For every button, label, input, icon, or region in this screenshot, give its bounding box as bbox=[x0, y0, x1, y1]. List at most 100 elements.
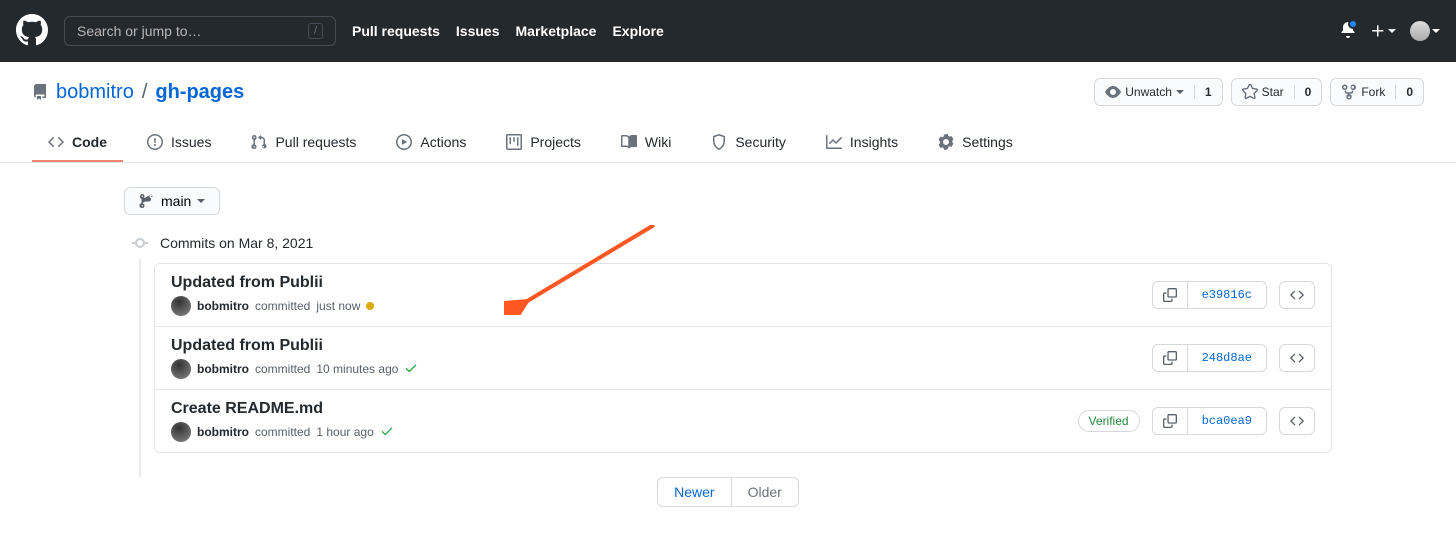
tab-security-label: Security bbox=[735, 134, 786, 150]
status-success-icon[interactable] bbox=[404, 361, 418, 378]
notification-indicator bbox=[1348, 19, 1358, 29]
tab-wiki[interactable]: Wiki bbox=[605, 124, 687, 162]
repo-name-link[interactable]: gh-pages bbox=[155, 81, 244, 104]
timeline-date-header: Commits on Mar 8, 2021 bbox=[124, 235, 1332, 251]
commit-author[interactable]: bobmitro bbox=[197, 425, 249, 439]
user-menu[interactable] bbox=[1410, 21, 1440, 41]
commit-title[interactable]: Updated from Publii bbox=[171, 337, 418, 355]
copy-sha-button[interactable] bbox=[1153, 282, 1188, 308]
play-icon bbox=[396, 134, 412, 150]
commit-sha-link[interactable]: 248d8ae bbox=[1188, 345, 1266, 371]
branch-name: main bbox=[161, 193, 191, 209]
pull-request-icon bbox=[251, 134, 267, 150]
commit-time: just now bbox=[316, 299, 360, 313]
tab-pulls-label: Pull requests bbox=[275, 134, 356, 150]
copy-sha-button[interactable] bbox=[1153, 408, 1188, 434]
header-right bbox=[1340, 21, 1440, 41]
commit-action: committed bbox=[255, 425, 310, 439]
tab-settings-label: Settings bbox=[962, 134, 1013, 150]
fork-label: Fork bbox=[1361, 85, 1385, 99]
watch-button[interactable]: Unwatch 1 bbox=[1094, 78, 1222, 106]
sha-group: e39816c bbox=[1152, 281, 1267, 309]
browse-tree-button[interactable] bbox=[1279, 407, 1315, 435]
nav-pulls[interactable]: Pull requests bbox=[352, 23, 440, 39]
repo-header: bobmitro / gh-pages Unwatch 1 Star 0 For… bbox=[0, 62, 1456, 163]
github-logo[interactable] bbox=[16, 14, 48, 49]
issue-icon bbox=[147, 134, 163, 150]
fork-count[interactable]: 0 bbox=[1395, 85, 1423, 99]
tab-pulls[interactable]: Pull requests bbox=[235, 124, 372, 162]
user-avatar bbox=[1410, 21, 1430, 41]
commit-sha-link[interactable]: bca0ea9 bbox=[1188, 408, 1266, 434]
tab-code[interactable]: Code bbox=[32, 124, 123, 162]
verified-badge[interactable]: Verified bbox=[1078, 410, 1140, 432]
pager-older[interactable]: Older bbox=[732, 478, 798, 506]
book-icon bbox=[621, 134, 637, 150]
browse-tree-button[interactable] bbox=[1279, 281, 1315, 309]
author-avatar[interactable] bbox=[171, 422, 191, 442]
star-icon bbox=[1242, 84, 1258, 100]
tab-code-label: Code bbox=[72, 134, 107, 150]
author-avatar[interactable] bbox=[171, 296, 191, 316]
fork-icon bbox=[1341, 84, 1357, 100]
commit-title[interactable]: Updated from Publii bbox=[171, 274, 374, 292]
pagination: Newer Older bbox=[124, 477, 1332, 507]
browse-tree-button[interactable] bbox=[1279, 344, 1315, 372]
tab-insights[interactable]: Insights bbox=[810, 124, 914, 162]
tab-actions-label: Actions bbox=[420, 134, 466, 150]
sha-group: 248d8ae bbox=[1152, 344, 1267, 372]
repo-title-row: bobmitro / gh-pages Unwatch 1 Star 0 For… bbox=[32, 78, 1424, 106]
commit-row: Create README.md bobmitro committed 1 hour … bbox=[155, 389, 1331, 452]
global-header: / Pull requests Issues Marketplace Explo… bbox=[0, 0, 1456, 62]
tab-wiki-label: Wiki bbox=[645, 134, 671, 150]
project-icon bbox=[506, 134, 522, 150]
graph-icon bbox=[826, 134, 842, 150]
commits-page: main Commits on Mar 8, 2021 Updated from… bbox=[124, 163, 1332, 531]
watch-label: Unwatch bbox=[1125, 85, 1172, 99]
path-separator: / bbox=[142, 81, 148, 104]
fork-button[interactable]: Fork 0 bbox=[1330, 78, 1424, 106]
tab-insights-label: Insights bbox=[850, 134, 898, 150]
author-avatar[interactable] bbox=[171, 359, 191, 379]
star-button[interactable]: Star 0 bbox=[1231, 78, 1323, 106]
code-icon bbox=[48, 134, 64, 150]
notifications-button[interactable] bbox=[1340, 22, 1356, 41]
commit-row: Updated from Publii bobmitro committed 10 m… bbox=[155, 326, 1331, 389]
search-input[interactable] bbox=[77, 23, 308, 39]
commit-sha-link[interactable]: e39816c bbox=[1188, 282, 1266, 308]
nav-issues[interactable]: Issues bbox=[456, 23, 500, 39]
commit-list: Updated from Publii bobmitro committed just… bbox=[154, 263, 1332, 453]
global-search[interactable]: / bbox=[64, 16, 336, 46]
tab-actions[interactable]: Actions bbox=[380, 124, 482, 162]
star-label: Star bbox=[1262, 85, 1284, 99]
tab-issues[interactable]: Issues bbox=[131, 124, 227, 162]
commit-action: committed bbox=[255, 299, 310, 313]
copy-sha-button[interactable] bbox=[1153, 345, 1188, 371]
pager-newer[interactable]: Newer bbox=[658, 478, 731, 506]
commit-author[interactable]: bobmitro bbox=[197, 299, 249, 313]
branch-selector[interactable]: main bbox=[124, 187, 220, 215]
star-count[interactable]: 0 bbox=[1294, 85, 1322, 99]
commit-action: committed bbox=[255, 362, 310, 376]
nav-marketplace[interactable]: Marketplace bbox=[516, 23, 597, 39]
git-branch-icon bbox=[139, 193, 155, 209]
commit-time: 10 minutes ago bbox=[316, 362, 398, 376]
commit-author[interactable]: bobmitro bbox=[197, 362, 249, 376]
commit-row: Updated from Publii bobmitro committed just… bbox=[155, 264, 1331, 326]
gear-icon bbox=[938, 134, 954, 150]
create-new-dropdown[interactable] bbox=[1370, 23, 1396, 39]
header-nav: Pull requests Issues Marketplace Explore bbox=[352, 23, 664, 39]
repo-tabs: Code Issues Pull requests Actions Projec… bbox=[32, 124, 1424, 162]
status-success-icon[interactable] bbox=[380, 424, 394, 441]
tab-security[interactable]: Security bbox=[695, 124, 802, 162]
commits-timeline: Commits on Mar 8, 2021 Updated from Publ… bbox=[124, 235, 1332, 453]
tab-settings[interactable]: Settings bbox=[922, 124, 1029, 162]
nav-explore[interactable]: Explore bbox=[612, 23, 663, 39]
repo-owner-link[interactable]: bobmitro bbox=[56, 81, 134, 104]
commit-time: 1 hour ago bbox=[316, 425, 373, 439]
watch-count[interactable]: 1 bbox=[1194, 85, 1222, 99]
tab-projects[interactable]: Projects bbox=[490, 124, 597, 162]
status-pending-icon[interactable] bbox=[366, 302, 374, 310]
commit-title[interactable]: Create README.md bbox=[171, 400, 394, 418]
eye-icon bbox=[1105, 84, 1121, 100]
